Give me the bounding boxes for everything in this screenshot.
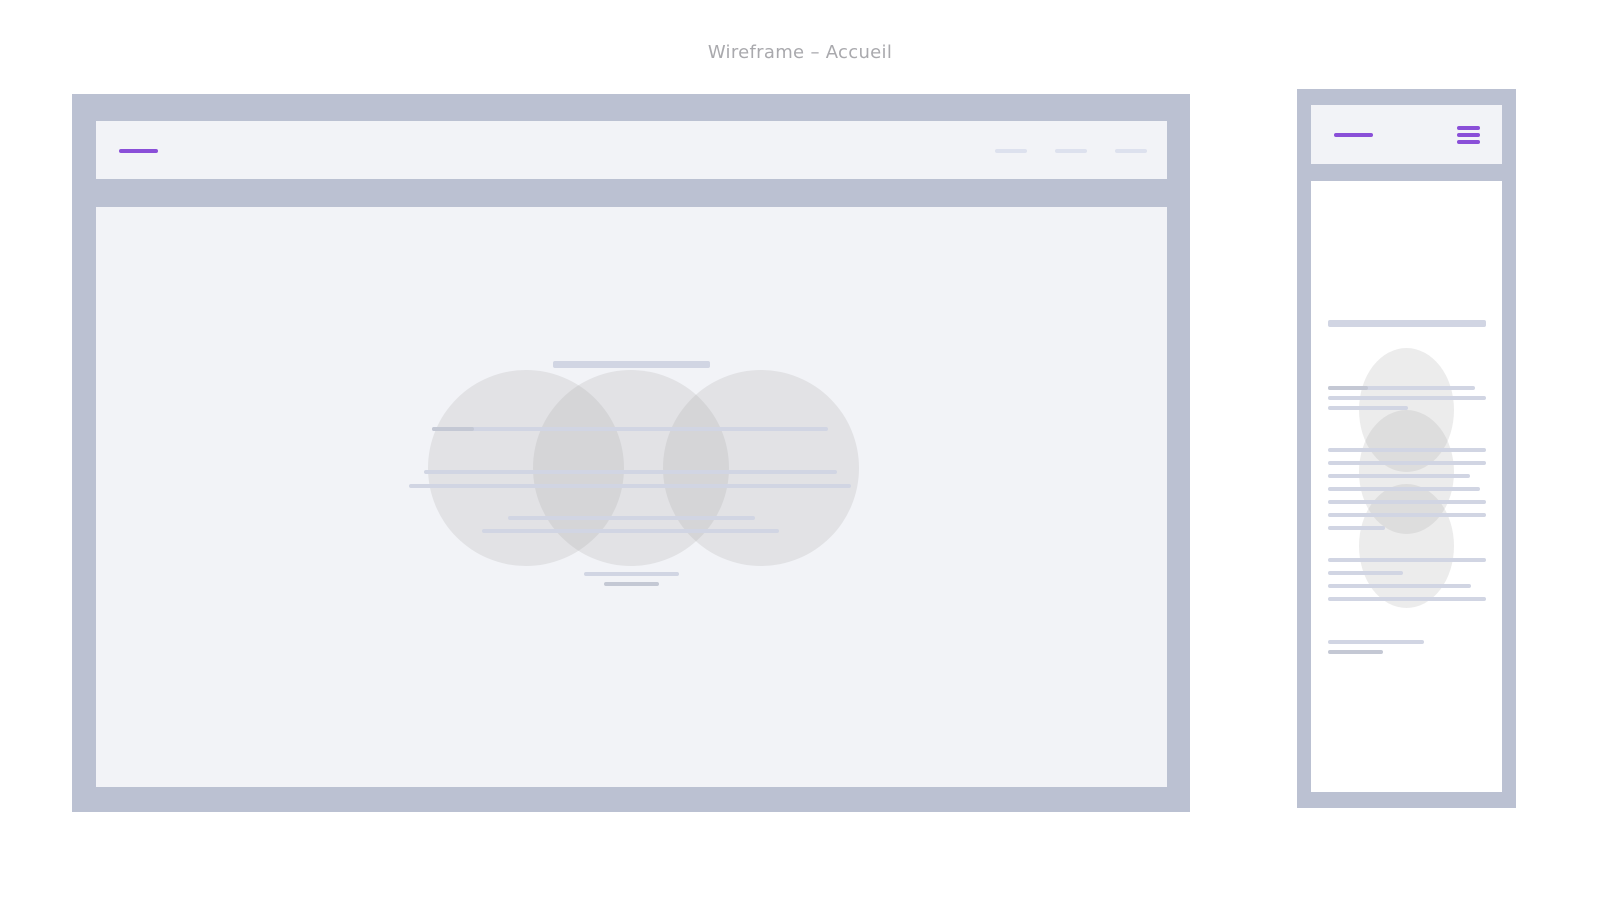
- mobile-logo-placeholder[interactable]: [1334, 133, 1373, 137]
- mobile-line: [1328, 597, 1486, 601]
- hero-line-4: [508, 516, 755, 520]
- hero-line-1: [432, 427, 828, 431]
- hero-line-1-accent: [432, 427, 474, 431]
- hero-line-5: [482, 529, 779, 533]
- desktop-nav-link-3[interactable]: [1115, 149, 1147, 153]
- mobile-line: [1328, 526, 1385, 530]
- desktop-nav-link-1[interactable]: [995, 149, 1027, 153]
- mobile-line: [1328, 558, 1486, 562]
- mobile-line-accent: [1328, 386, 1368, 390]
- mobile-line: [1328, 513, 1486, 517]
- hero-line-3: [409, 484, 851, 488]
- mobile-line: [1328, 584, 1471, 588]
- hero-cta-line[interactable]: [584, 572, 679, 576]
- desktop-nav-link-2[interactable]: [1055, 149, 1087, 153]
- mobile-line: [1328, 406, 1408, 410]
- mobile-frame: [1297, 89, 1516, 808]
- desktop-logo-placeholder[interactable]: [119, 149, 158, 153]
- page-title: Wireframe – Accueil: [707, 42, 893, 63]
- mobile-footer-sub-line: [1328, 650, 1383, 654]
- hero-line-2: [424, 470, 837, 474]
- hero-circle-right: [663, 370, 859, 566]
- mobile-line: [1328, 448, 1486, 452]
- mobile-line: [1328, 474, 1470, 478]
- mobile-line: [1328, 396, 1486, 400]
- hero-cta-sub-line: [604, 582, 659, 586]
- mobile-content: [1311, 181, 1502, 792]
- mobile-line: [1328, 461, 1486, 465]
- hero-heading-placeholder: [553, 361, 710, 368]
- mobile-line: [1328, 500, 1486, 504]
- desktop-content: [96, 207, 1167, 787]
- desktop-header: [96, 121, 1167, 179]
- mobile-line: [1328, 571, 1403, 575]
- mobile-footer-line[interactable]: [1328, 640, 1424, 644]
- mobile-header: [1311, 105, 1502, 164]
- desktop-frame: [72, 94, 1190, 812]
- mobile-heading-placeholder: [1328, 320, 1486, 327]
- hamburger-icon[interactable]: [1457, 126, 1480, 144]
- mobile-line: [1328, 487, 1480, 491]
